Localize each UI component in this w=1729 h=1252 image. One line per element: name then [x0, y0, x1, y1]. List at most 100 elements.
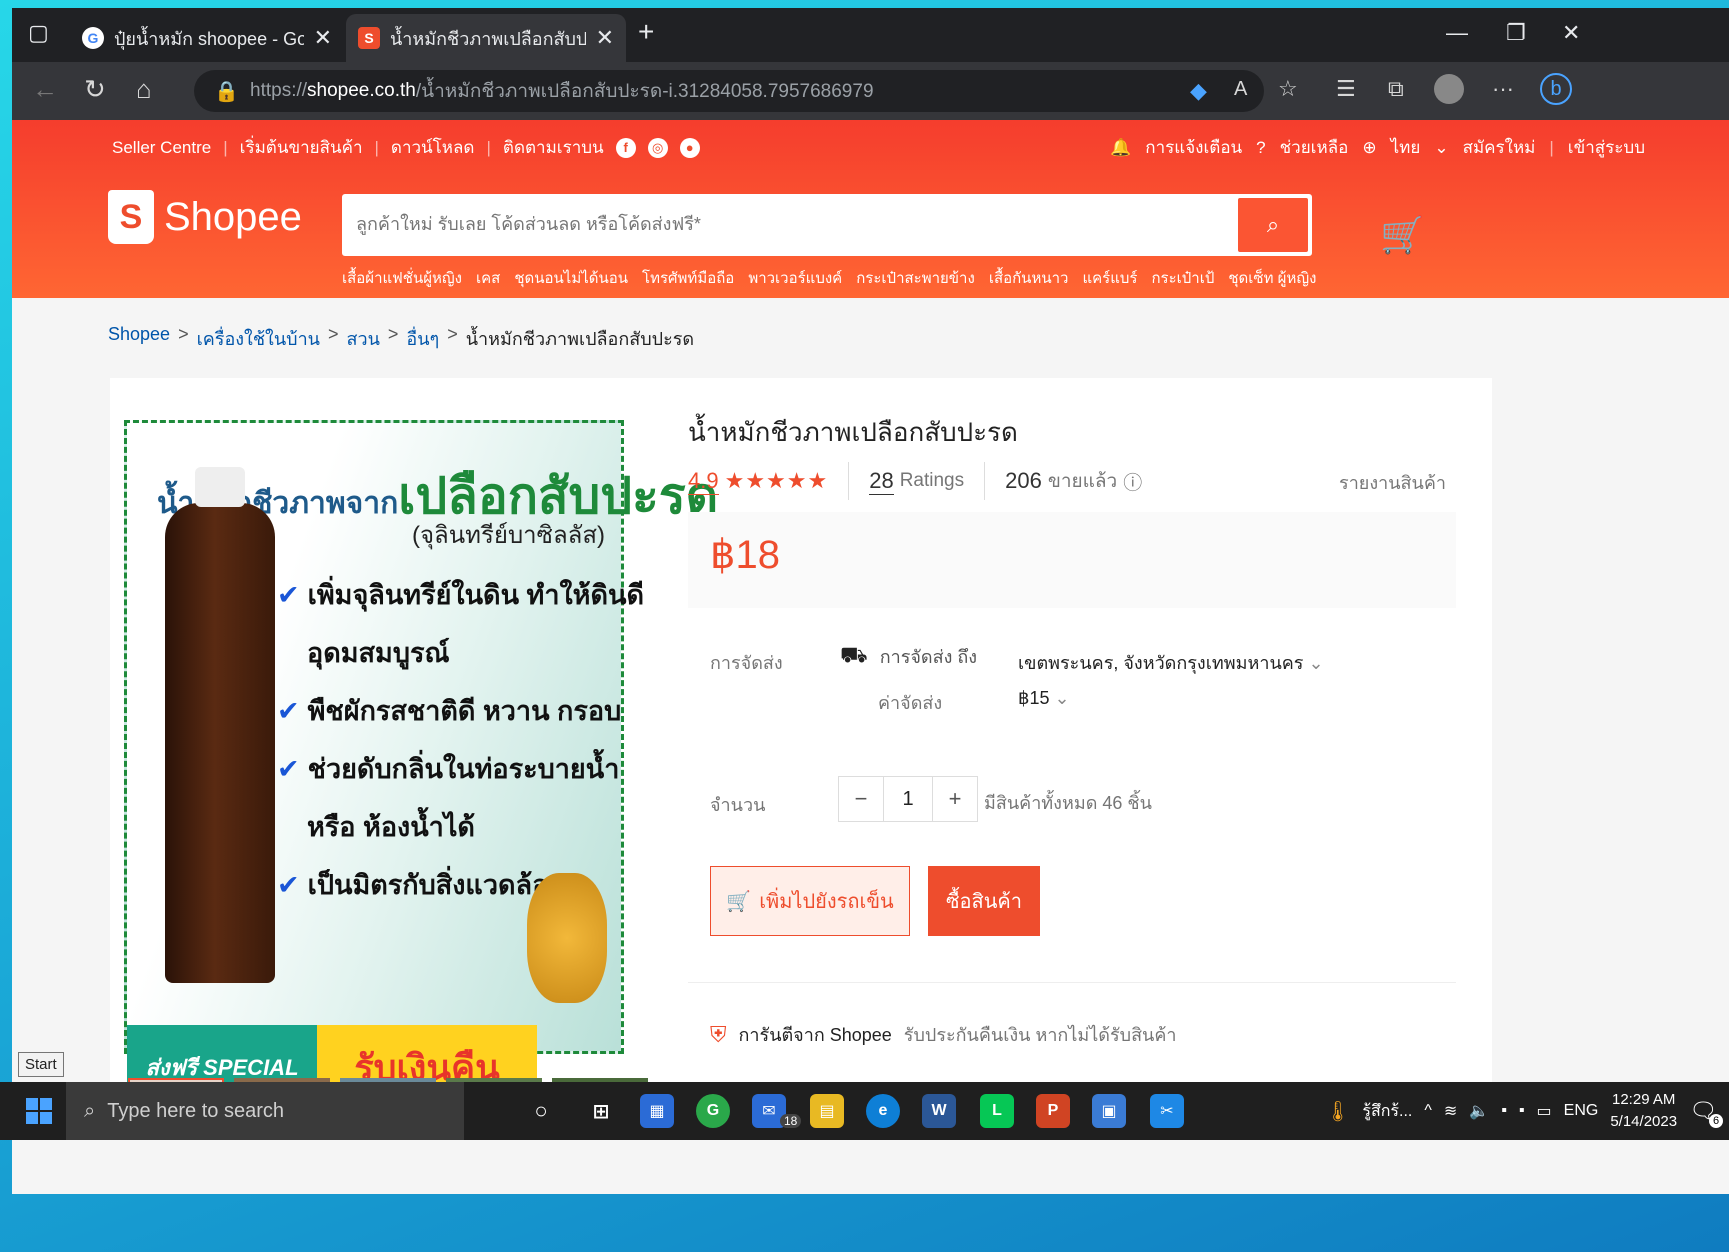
- product-price: ฿18: [710, 533, 780, 577]
- language-select[interactable]: ไทย: [1391, 134, 1421, 161]
- edge-icon[interactable]: e: [866, 1094, 900, 1128]
- rating-score[interactable]: 4.9: [688, 468, 719, 495]
- battery-icon[interactable]: ▭: [1537, 1101, 1552, 1121]
- address-bar[interactable]: 🔒 https://shopee.co.th/น้ำหมักชีวภาพเปลื…: [194, 70, 1264, 112]
- breadcrumb-link[interactable]: อื่นๆ: [406, 324, 439, 353]
- start-selling-link[interactable]: เริ่มต้นขายสินค้า: [240, 134, 363, 161]
- keyword-link[interactable]: เสื้อผ้าแฟชั่นผู้หญิง: [342, 266, 462, 290]
- language-indicator[interactable]: ENG: [1564, 1102, 1599, 1120]
- keyword-link[interactable]: แคร์แบร์: [1082, 266, 1137, 290]
- file-explorer-icon[interactable]: ▤: [810, 1094, 844, 1128]
- shopee-logo[interactable]: S Shopee: [108, 190, 302, 244]
- increase-button[interactable]: +: [933, 777, 977, 821]
- weather-text[interactable]: รู้สึกร้...: [1362, 1099, 1412, 1124]
- more-icon[interactable]: ···: [1492, 76, 1514, 102]
- search-input[interactable]: [356, 208, 1216, 240]
- instagram-icon[interactable]: ◎: [647, 137, 668, 158]
- report-link[interactable]: รายงานสินค้า: [1339, 468, 1446, 497]
- chevron-down-icon: ⌄: [1308, 653, 1324, 673]
- pineapple-image: [527, 873, 607, 1003]
- keyword-link[interactable]: เคส: [476, 266, 500, 290]
- back-icon[interactable]: ←: [32, 74, 58, 105]
- decrease-button[interactable]: −: [839, 777, 883, 821]
- volume-icon[interactable]: 🔈: [1469, 1101, 1489, 1121]
- buy-now-button[interactable]: ซื้อสินค้า: [928, 866, 1040, 936]
- task-view-icon[interactable]: ⊞: [584, 1094, 618, 1128]
- breadcrumb-link[interactable]: Shopee: [108, 324, 170, 353]
- tray-app-icon[interactable]: ▪: [1501, 1102, 1507, 1120]
- read-aloud-icon[interactable]: A: [1234, 78, 1247, 101]
- tag-icon[interactable]: ◆: [1190, 78, 1207, 104]
- close-icon[interactable]: ✕: [314, 25, 332, 51]
- seller-centre-link[interactable]: Seller Centre: [112, 138, 211, 158]
- line-app-icon[interactable]: L: [980, 1094, 1014, 1128]
- lock-icon: 🔒: [214, 81, 239, 103]
- new-tab-icon[interactable]: +: [638, 16, 654, 48]
- shipping-fee-select[interactable]: ฿15 ⌄: [1018, 688, 1070, 709]
- line-icon[interactable]: ●: [679, 137, 700, 158]
- taskbar-search-placeholder: Type here to search: [107, 1099, 284, 1122]
- tab-title: น้ำหมักชีวภาพเปลือกสับปะรด | Shop: [390, 28, 586, 49]
- login-link[interactable]: เข้าสู่ระบบ: [1568, 134, 1645, 161]
- keyword-link[interactable]: กระเป๋าสะพายข้าง: [856, 266, 975, 290]
- home-icon[interactable]: ⌂: [136, 74, 152, 105]
- product-title: น้ำหมักชีวภาพเปลือกสับปะรด: [688, 417, 1018, 447]
- collections-icon[interactable]: ⧉: [1388, 76, 1404, 102]
- sold-label: ขายแล้ว: [1047, 471, 1118, 492]
- image-line: ✔ พืชผักรสชาติดี หวาน กรอบ: [277, 696, 622, 726]
- refresh-icon[interactable]: ↻: [84, 74, 106, 105]
- snip-icon[interactable]: ✂: [1150, 1094, 1184, 1128]
- restore-icon[interactable]: ❐: [1506, 20, 1526, 46]
- grammarly-icon[interactable]: G: [696, 1094, 730, 1128]
- notification-center-icon[interactable]: 🗨 6: [1689, 1098, 1723, 1128]
- keyword-link[interactable]: ชุดนอนไม่ได้นอน: [514, 266, 628, 290]
- breadcrumb-link[interactable]: สวน: [347, 324, 380, 353]
- taskbar-search[interactable]: ⌕ Type here to search: [66, 1082, 464, 1140]
- store-icon[interactable]: ▦: [640, 1094, 674, 1128]
- powerpoint-icon[interactable]: P: [1036, 1094, 1070, 1128]
- divider: [688, 982, 1456, 983]
- word-icon[interactable]: W: [922, 1094, 956, 1128]
- keyword-link[interactable]: ชุดเซ็ท ผู้หญิง: [1228, 266, 1316, 290]
- image-line: หรือ ห้องน้ำได้: [307, 812, 475, 842]
- favorites-icon[interactable]: ☰: [1336, 76, 1356, 102]
- info-icon[interactable]: ⓘ: [1123, 468, 1142, 495]
- signup-link[interactable]: สมัครใหม่: [1463, 134, 1536, 161]
- keyword-link[interactable]: โทรศัพท์มือถือ: [642, 266, 734, 290]
- cortana-icon[interactable]: ○: [524, 1094, 558, 1128]
- tray-app-icon[interactable]: ▪: [1519, 1102, 1525, 1120]
- top-links: Seller Centre | เริ่มต้นขายสินค้า | ดาวน์โ…: [112, 134, 700, 161]
- ratings-count[interactable]: 28: [869, 468, 894, 495]
- tab-actions-icon[interactable]: ▢: [28, 20, 49, 46]
- close-icon[interactable]: ✕: [596, 25, 614, 51]
- breadcrumb-link[interactable]: เครื่องใช้ในบ้าน: [197, 324, 320, 353]
- start-button[interactable]: [26, 1098, 52, 1124]
- bing-icon[interactable]: b: [1540, 73, 1572, 105]
- cart-icon[interactable]: 🛒: [1380, 214, 1425, 256]
- breadcrumb: Shopee > เครื่องใช้ในบ้าน > สวน > อื่นๆ > น้…: [108, 324, 694, 353]
- facebook-icon[interactable]: f: [615, 137, 636, 158]
- add-to-cart-button[interactable]: 🛒 เพิ่มไปยังรถเข็น: [710, 866, 910, 936]
- clock[interactable]: 12:29 AM 5/14/2023: [1610, 1089, 1677, 1133]
- wifi-icon[interactable]: ≋: [1444, 1101, 1457, 1121]
- shopee-bag-icon: S: [108, 190, 154, 244]
- minimize-icon[interactable]: —: [1446, 20, 1468, 46]
- quantity-value[interactable]: 1: [883, 777, 933, 821]
- keyword-link[interactable]: เสื้อกันหนาว: [989, 266, 1069, 290]
- tab-shopee-product[interactable]: S น้ำหมักชีวภาพเปลือกสับปะรด | Shop ✕: [346, 14, 626, 62]
- shipping-location-select[interactable]: เขตพระนคร, จังหวัดกรุงเทพมหานคร ⌄: [1018, 648, 1324, 677]
- search-button[interactable]: ⌕: [1238, 198, 1308, 252]
- favorite-star-icon[interactable]: ☆: [1278, 76, 1298, 102]
- product-image[interactable]: น้ำหมักชีวภาพจากเปลือกสับปะรด (จุลินทรีย…: [124, 420, 718, 1109]
- help-link[interactable]: ช่วยเหลือ: [1280, 134, 1349, 161]
- chevron-up-icon[interactable]: ^: [1424, 1102, 1432, 1120]
- shopee-guarantee[interactable]: ⛨ การันตีจาก Shopee รับประกันคืนเงิน หาก…: [710, 1020, 1177, 1049]
- tab-google-search[interactable]: G ปุ๋ยน้ำหมัก shoopee - Google Sea ✕: [70, 14, 344, 62]
- photos-icon[interactable]: ▣: [1092, 1094, 1126, 1128]
- close-window-icon[interactable]: ✕: [1562, 20, 1580, 46]
- keyword-link[interactable]: กระเป๋าเป้: [1151, 266, 1214, 290]
- avatar[interactable]: [1434, 74, 1464, 104]
- download-link[interactable]: ดาวน์โหลด: [391, 134, 475, 161]
- keyword-link[interactable]: พาวเวอร์แบงค์: [748, 266, 842, 290]
- notifications-link[interactable]: การแจ้งเตือน: [1145, 134, 1242, 161]
